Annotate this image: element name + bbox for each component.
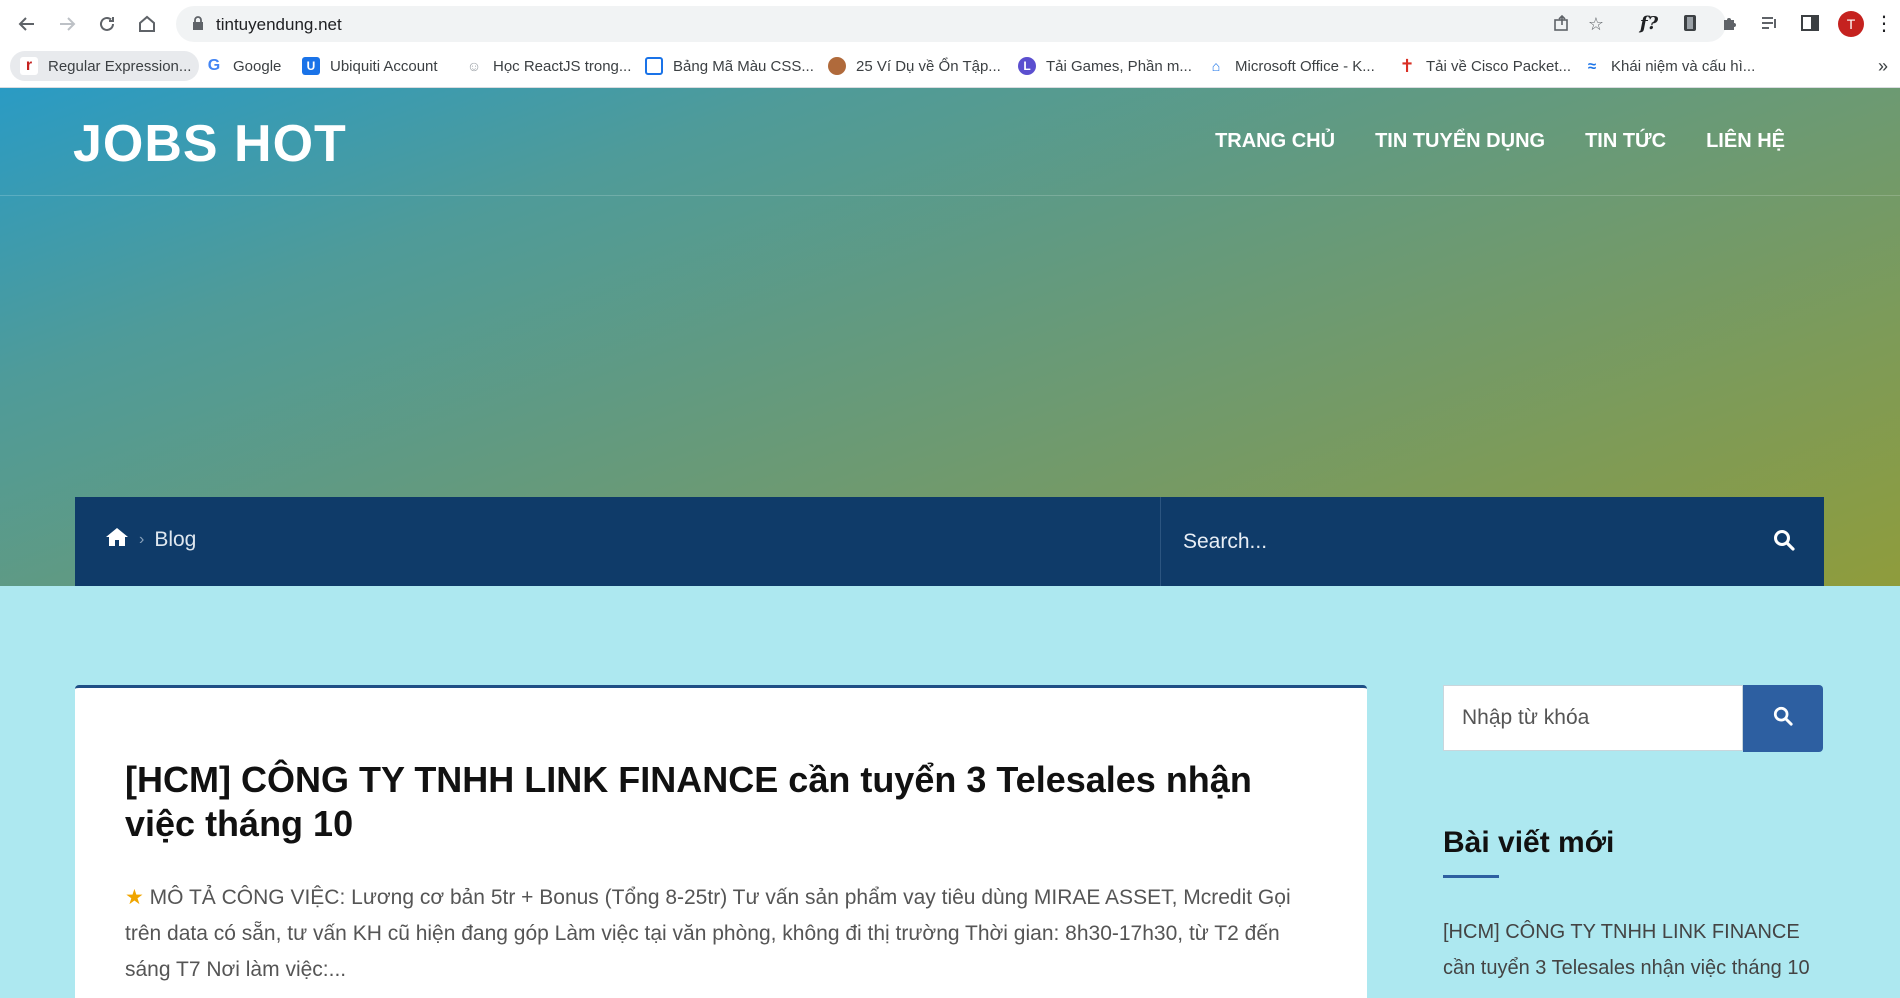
bookmark-label: Tải về Cisco Packet... [1426, 57, 1572, 75]
forward-icon[interactable] [54, 11, 80, 37]
bookmark-label: Khái niệm và cấu hì... [1611, 57, 1756, 75]
nav-tin-tuc[interactable]: TIN TỨC [1585, 130, 1666, 153]
back-icon[interactable] [14, 11, 40, 37]
bookmark-item[interactable]: L Tải Games, Phần m... [1018, 51, 1192, 81]
bookmark-label: Microsoft Office - K... [1235, 57, 1375, 75]
post-title[interactable]: [HCM] CÔNG TY TNHH LINK FINANCE cần tuyể… [125, 758, 1325, 846]
bookmark-label: Bảng Mã Màu CSS... [673, 57, 814, 75]
browser-toolbar: tintuyendung.net ☆ f? T ⋮ [0, 0, 1900, 47]
bookmark-label: Ubiquiti Account [330, 57, 438, 75]
reading-list-icon[interactable] [1758, 11, 1782, 35]
photo-icon [828, 57, 846, 75]
chevron-right-icon: › [139, 531, 145, 548]
widget-title: Bài viết mới [1443, 826, 1615, 859]
table-icon [645, 57, 663, 75]
home-icon[interactable] [105, 527, 129, 553]
sidebar-search [1443, 685, 1823, 753]
bookmark-item[interactable]: 25 Ví Dụ về Ổn Tập... [828, 51, 1001, 81]
header-search [1160, 497, 1825, 586]
header-search-input[interactable] [1181, 517, 1745, 567]
bookmark-item[interactable]: ☺ Học ReactJS trong... [465, 51, 631, 81]
nav-lien-he[interactable]: LIÊN HỆ [1706, 130, 1785, 153]
lock-icon [192, 16, 204, 36]
bookmark-item[interactable]: G Google [205, 51, 281, 81]
search-icon[interactable] [1773, 529, 1795, 556]
cross-icon: ✝ [1398, 55, 1416, 76]
search-icon [1773, 706, 1793, 731]
menu-kebab-icon[interactable]: ⋮ [1872, 11, 1896, 35]
widget-title-underline [1443, 875, 1499, 878]
sidebar-search-button[interactable] [1743, 685, 1823, 752]
bookmark-item[interactable]: r Regular Expression... [10, 51, 200, 81]
bookmark-label: Google [233, 57, 282, 75]
main-nav: TRANG CHỦ TIN TUYỂN DỤNG TIN TỨC LIÊN HỆ [1215, 130, 1785, 153]
google-icon: G [205, 57, 223, 75]
vnpro-icon: ≈ [1583, 57, 1601, 75]
url-text: tintuyendung.net [216, 15, 342, 34]
reload-icon[interactable] [94, 11, 120, 37]
vn-zoom-icon: ⌂ [1207, 57, 1225, 75]
recent-post-link[interactable]: [HCM] CÔNG TY TNHH LINK FINANCE cần tuyể… [1443, 914, 1833, 986]
formula-extension-icon[interactable]: f? [1637, 11, 1661, 35]
ubiquiti-icon: U [302, 57, 320, 75]
address-bar[interactable]: tintuyendung.net ☆ [176, 6, 1726, 42]
bookmark-item[interactable]: ✝ Tải về Cisco Packet... [1398, 51, 1571, 81]
profile-avatar[interactable]: T [1838, 11, 1864, 37]
bookmark-label: 25 Ví Dụ về Ổn Tập... [856, 57, 1001, 75]
nav-trang-chu[interactable]: TRANG CHỦ [1215, 130, 1335, 153]
site-header: JOBS HOT TRANG CHỦ TIN TUYỂN DỤNG TIN TỨ… [0, 88, 1900, 586]
home-icon[interactable] [134, 11, 160, 37]
skull-icon: ☺ [465, 57, 483, 75]
bookmark-star-icon[interactable]: ☆ [1586, 14, 1606, 34]
nav-tin-tuyen-dung[interactable]: TIN TUYỂN DỤNG [1375, 130, 1545, 153]
bookmarks-bar: r Regular Expression... G Google U Ubiqu… [0, 47, 1900, 88]
post-excerpt-text: MÔ TẢ CÔNG VIỆC: Lương cơ bản 5tr + Bonu… [125, 886, 1291, 981]
sidebar-search-input[interactable] [1443, 685, 1743, 751]
header-divider [0, 195, 1900, 196]
bookmark-item[interactable]: ≈ Khái niệm và cấu hì... [1583, 51, 1755, 81]
share-icon[interactable] [1552, 14, 1572, 34]
bookmark-label: Tải Games, Phần m... [1046, 57, 1192, 75]
breadcrumb: › Blog [105, 527, 196, 553]
site-title[interactable]: JOBS HOT [73, 114, 347, 174]
bookmark-item[interactable]: ⌂ Microsoft Office - K... [1207, 51, 1375, 81]
breadcrumb-bar: › Blog [75, 497, 1824, 586]
post-excerpt: ★ MÔ TẢ CÔNG VIỆC: Lương cơ bản 5tr + Bo… [125, 880, 1305, 988]
post-card: [HCM] CÔNG TY TNHH LINK FINANCE cần tuyể… [75, 685, 1367, 998]
letter-l-icon: L [1018, 57, 1036, 75]
bookmark-item[interactable]: U Ubiquiti Account [302, 51, 438, 81]
bookmark-label: Regular Expression... [48, 57, 192, 75]
breadcrumb-current: Blog [154, 528, 197, 551]
bookmark-item[interactable]: Bảng Mã Màu CSS... [645, 51, 814, 81]
more-bookmarks-button[interactable]: » [1878, 51, 1888, 81]
star-icon: ★ [125, 886, 144, 909]
bookmark-label: Học ReactJS trong... [493, 57, 632, 75]
regex-bookmark-icon: r [20, 57, 38, 75]
puzzle-icon[interactable] [1718, 11, 1742, 35]
side-panel-icon[interactable] [1798, 11, 1822, 35]
extension-icon[interactable] [1678, 11, 1702, 35]
